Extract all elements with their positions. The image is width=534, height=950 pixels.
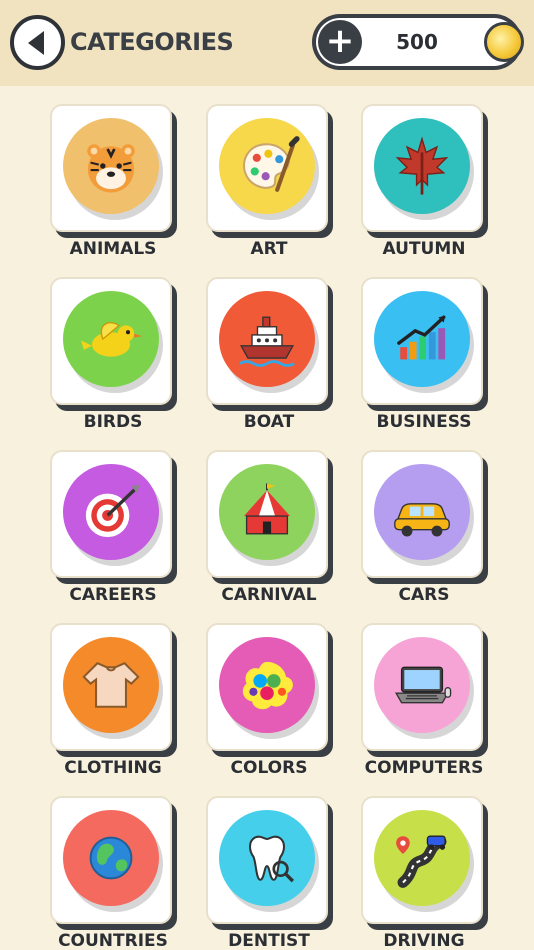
coin-balance-bar: + 500 [312,14,524,70]
category-business[interactable]: BUSINESS [361,277,487,432]
category-driving[interactable]: DRIVING [361,796,487,950]
coin-icon [484,22,524,62]
laptop-icon [374,637,470,733]
category-autumn[interactable]: AUTUMN [361,104,487,259]
circus-tent-icon [219,464,315,560]
category-label: BIRDS [83,412,143,432]
tooth-icon [219,810,315,906]
paint-palette-icon [219,118,315,214]
growth-chart-icon [374,291,470,387]
category-label: ANIMALS [69,239,157,259]
category-label: AUTUMN [382,239,466,259]
category-animals[interactable]: ANIMALS [50,104,176,259]
category-label: BUSINESS [376,412,472,432]
category-label: CAREERS [69,585,157,605]
category-label: ART [250,239,288,259]
back-button[interactable] [10,15,65,70]
category-carnival[interactable]: CARNIVAL [206,450,332,605]
category-label: DRIVING [383,931,465,950]
category-label: COMPUTERS [364,758,484,778]
category-label: CLOTHING [64,758,162,778]
paint-splash-icon [219,637,315,733]
category-label: BOAT [243,412,295,432]
page-title: CATEGORIES [70,28,234,56]
category-boat[interactable]: BOAT [206,277,332,432]
tiger-icon [63,118,159,214]
category-countries[interactable]: COUNTRIES [50,796,176,950]
back-arrow-icon [27,30,44,55]
category-computers[interactable]: COMPUTERS [361,623,487,778]
category-art[interactable]: ART [206,104,332,259]
category-label: COLORS [230,758,308,778]
category-grid: ANIMALS ART AUTUMN BIRDS BOAT BUSINESS C… [0,86,534,950]
bird-icon [63,291,159,387]
target-icon [63,464,159,560]
category-colors[interactable]: COLORS [206,623,332,778]
category-clothing[interactable]: CLOTHING [50,623,176,778]
car-icon [374,464,470,560]
category-label: CARS [398,585,450,605]
maple-leaf-icon [374,118,470,214]
ship-icon [219,291,315,387]
globe-icon [63,810,159,906]
category-careers[interactable]: CAREERS [50,450,176,605]
category-cars[interactable]: CARS [361,450,487,605]
category-label: DENTIST [228,931,310,950]
coin-balance-panel: + 500 [316,18,524,66]
category-label: COUNTRIES [58,931,168,950]
category-dentist[interactable]: DENTIST [206,796,332,950]
category-birds[interactable]: BIRDS [50,277,176,432]
road-map-icon [374,810,470,906]
category-label: CARNIVAL [221,585,317,605]
sweater-icon [63,637,159,733]
top-bar: CATEGORIES + 500 [0,0,534,86]
